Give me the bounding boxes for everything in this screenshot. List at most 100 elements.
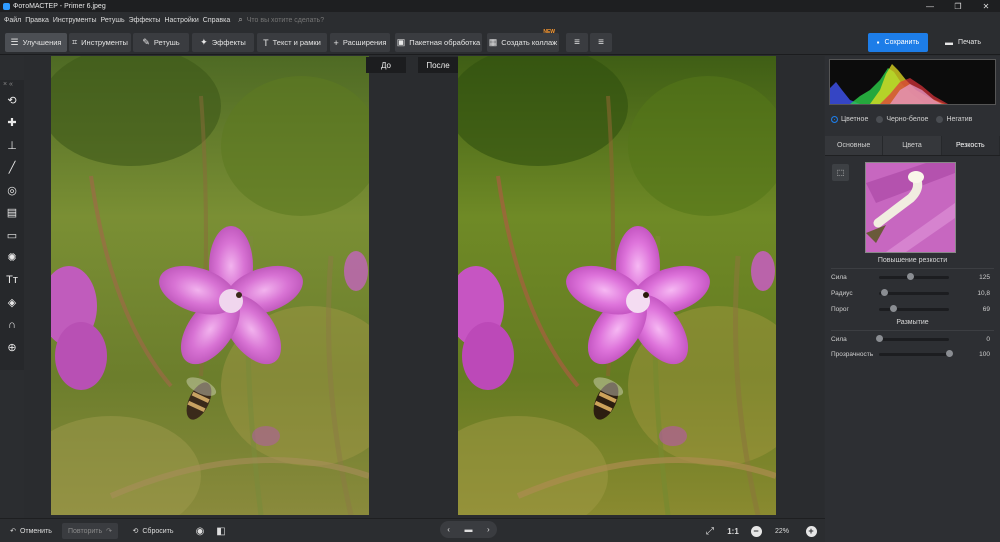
actual-size-button[interactable]: 1:1 (724, 523, 742, 539)
globe-icon[interactable]: ⊕ (0, 337, 24, 360)
list-remove-button[interactable]: ≡ (590, 33, 612, 52)
redo-icon: ↷ (106, 528, 113, 535)
slider-track[interactable] (875, 335, 949, 342)
undo-button[interactable]: ↶ Отменить (6, 523, 56, 539)
blur-opacity-slider[interactable]: Прозрачность 100 (831, 349, 994, 359)
after-image[interactable] (458, 56, 776, 515)
tab-extensions[interactable]: + Расширения (330, 33, 390, 52)
tab-text-frames[interactable]: T Текст и рамки (257, 33, 327, 52)
subtab-basic[interactable]: Основные (825, 136, 884, 155)
folder-icon[interactable]: ▬ (464, 525, 472, 534)
tab-retouch-label: Ретушь (153, 38, 180, 47)
light-icon[interactable]: ✺ (0, 247, 24, 270)
list-add-button[interactable]: ≡ (566, 33, 588, 52)
text-icon: T (263, 37, 269, 48)
patch-icon[interactable]: ✚ (0, 112, 24, 135)
collage-button[interactable]: ▦ Создать коллаж NEW (487, 29, 559, 52)
slider-track[interactable] (879, 289, 949, 296)
menu-bar: Файл Правка Инструменты Ретушь Эффекты Н… (0, 12, 1000, 28)
reset-button[interactable]: ⟲ Сбросить (128, 523, 178, 539)
mode-bw-label: Черно-белое (886, 116, 929, 123)
zoom-in-button[interactable]: + (804, 523, 818, 539)
tab-tools[interactable]: ⌗ Инструменты (69, 33, 131, 52)
minus-icon: − (750, 525, 762, 537)
before-image[interactable] (51, 56, 369, 515)
mode-color-radio[interactable]: Цветное (831, 116, 868, 123)
fit-screen-icon[interactable]: ⤢ (702, 523, 718, 539)
menu-edit[interactable]: Правка (25, 17, 49, 24)
slider-knob[interactable] (945, 350, 953, 357)
histogram (829, 59, 996, 105)
slider-label: Прозрачность (831, 350, 874, 358)
brush-tool-icon[interactable]: ╱ (0, 157, 24, 180)
list-add-icon: ≡ (574, 37, 580, 48)
after-label: После (418, 57, 458, 73)
maximize-button[interactable]: ❐ (944, 0, 972, 12)
sharpen-radius-slider[interactable]: Радиус 10,8 (831, 288, 994, 298)
title-bar: ФотоМАСТЕР - Primer 6.jpeg — ❐ ✕ (0, 0, 1000, 12)
printer-icon: ▬ (945, 38, 954, 47)
tab-retouch[interactable]: ✎ Ретушь (133, 33, 189, 52)
menu-retouch[interactable]: Ретушь (101, 17, 125, 24)
preview-area-button[interactable]: ⬚ (832, 164, 849, 181)
divider (831, 268, 994, 269)
prev-image-icon[interactable]: ‹ (447, 525, 450, 534)
save-button[interactable]: ▪ Сохранить (868, 33, 928, 52)
menu-help[interactable]: Справка (203, 17, 230, 24)
blur-strength-slider[interactable]: Сила 0 (831, 334, 994, 344)
slider-track[interactable] (879, 273, 949, 280)
slider-knob[interactable] (881, 289, 889, 296)
mode-bw-radio[interactable]: Черно-белое (876, 116, 928, 123)
print-label: Печать (958, 39, 981, 46)
menu-file[interactable]: Файл (4, 17, 21, 24)
canvas-area: До После (24, 56, 824, 518)
close-button[interactable]: ✕ (972, 0, 1000, 12)
redo-label: Повторить (67, 527, 103, 535)
slider-knob[interactable] (889, 305, 897, 312)
mode-negative-radio[interactable]: Негатив (936, 116, 972, 123)
sharpen-threshold-slider[interactable]: Порог 69 (831, 304, 994, 314)
compare-icon[interactable]: ◧ (213, 523, 229, 539)
toolbar-collapse-icon[interactable]: × « (0, 80, 24, 89)
tab-enhance[interactable]: ☰ Улучшения (5, 33, 67, 52)
menu-tools[interactable]: Инструменты (53, 17, 97, 24)
tab-text-frames-label: Текст и рамки (272, 38, 321, 47)
slider-label: Сила (831, 273, 847, 281)
print-button[interactable]: ▬ Печать (933, 33, 993, 52)
slider-knob[interactable] (875, 335, 883, 342)
slider-label: Порог (831, 305, 849, 313)
redo-button[interactable]: Повторить ↷ (62, 523, 118, 539)
undo-label: Отменить (19, 527, 52, 535)
slider-track[interactable] (879, 350, 953, 357)
slider-track[interactable] (879, 305, 949, 312)
eye-icon[interactable]: ◉ (192, 523, 208, 539)
sharpen-title: Повышение резкости (877, 257, 948, 264)
batch-button[interactable]: ▣ Пакетная обработка (395, 33, 482, 52)
app-logo-icon (3, 2, 10, 10)
tab-enhance-label: Улучшения (22, 38, 62, 47)
vignette-icon[interactable]: ▭ (0, 224, 24, 247)
next-image-icon[interactable]: › (487, 525, 490, 534)
rotate-icon[interactable]: ⟲ (0, 89, 24, 112)
window-controls: — ❐ ✕ (916, 0, 1000, 12)
menu-settings[interactable]: Настройки (164, 17, 198, 24)
subtab-colors[interactable]: Цвета (883, 136, 942, 155)
gradient-icon[interactable]: ▤ (0, 202, 24, 225)
slider-label: Сила (831, 335, 847, 343)
slider-knob[interactable] (907, 273, 914, 280)
stamp-icon[interactable]: ⊥ (0, 134, 24, 157)
search-input[interactable] (246, 16, 387, 24)
menu-effects[interactable]: Эффекты (129, 17, 161, 24)
subtab-sharpness[interactable]: Резкость (941, 136, 1000, 155)
zoom-out-button[interactable]: − (749, 523, 763, 539)
lasso-icon[interactable]: ∩ (0, 314, 24, 337)
window-title: ФотоМАСТЕР - Primer 6.jpeg (13, 2, 106, 10)
tab-effects[interactable]: ✦ Эффекты (192, 33, 254, 52)
menu-search: ⌕ (238, 15, 387, 25)
minimize-button[interactable]: — (916, 0, 944, 12)
fill-icon[interactable]: ◈ (0, 292, 24, 315)
sharpen-strength-slider[interactable]: Сила 125 (831, 272, 994, 282)
radial-icon[interactable]: ◎ (0, 179, 24, 202)
text-tool-icon[interactable]: Tт (0, 269, 24, 292)
reset-label: Сбросить (142, 527, 174, 535)
